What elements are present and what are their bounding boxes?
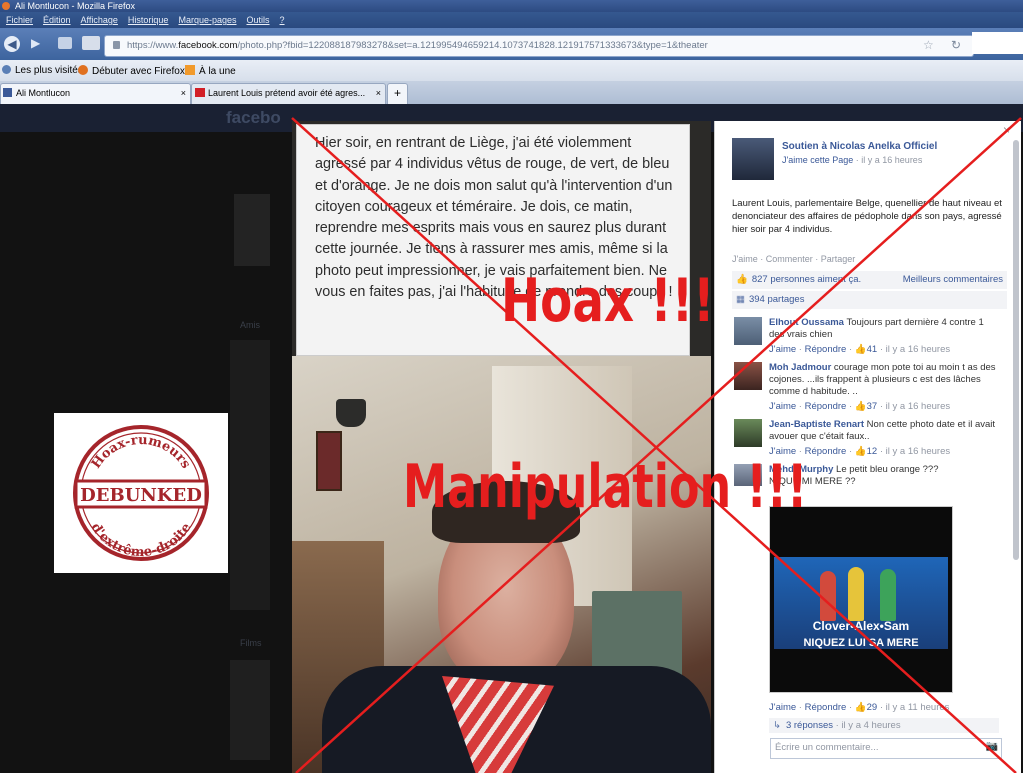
manipulation-overlay-text: Manipulation !!! bbox=[403, 452, 808, 522]
hoax-overlay-text: Hoax !!! bbox=[501, 266, 715, 336]
cross-line-1 bbox=[291, 117, 1017, 773]
cross-line-2 bbox=[295, 117, 1022, 773]
red-cross-overlay bbox=[291, 117, 1022, 773]
